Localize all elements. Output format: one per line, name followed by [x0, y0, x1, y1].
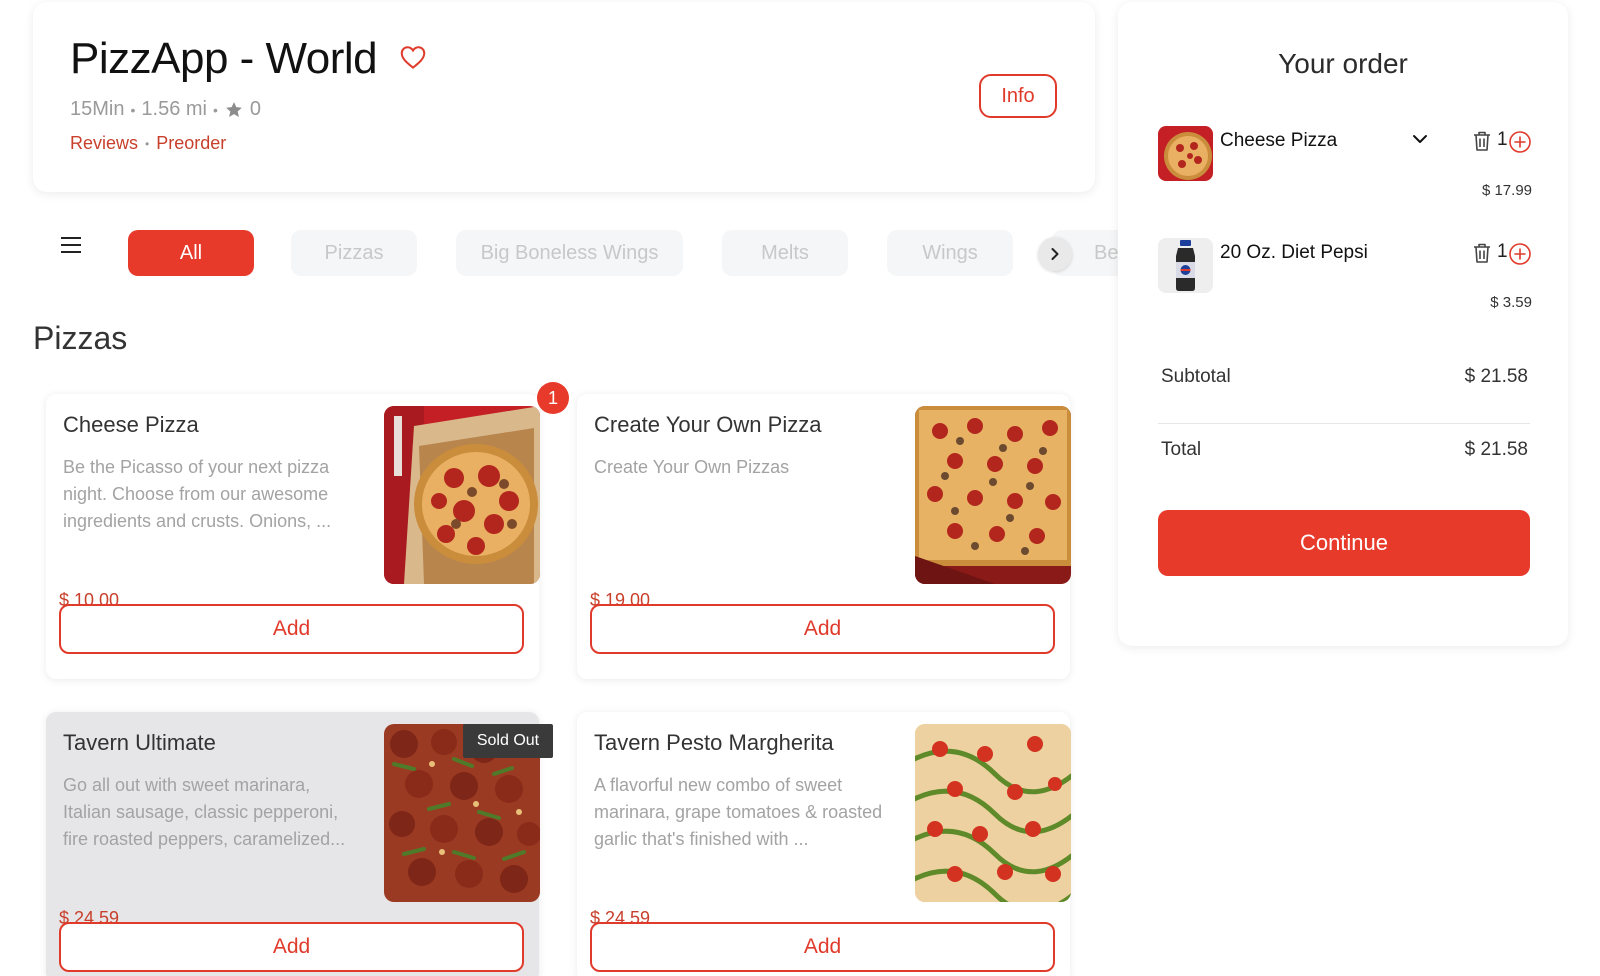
product-name: Tavern Pesto Margherita	[594, 730, 834, 755]
subtotal-row: Subtotal $ 21.58	[1161, 366, 1528, 388]
tab-pizzas[interactable]: Pizzas	[291, 230, 417, 276]
product-description: Go all out with sweet marinara, Italian …	[63, 775, 346, 849]
heart-icon[interactable]	[398, 42, 428, 72]
separator-dot: •	[212, 101, 218, 118]
subtotal-label: Subtotal	[1161, 366, 1231, 387]
product-description: A flavorful new combo of sweet marinara,…	[594, 775, 883, 849]
categories-next-button[interactable]	[1038, 237, 1072, 271]
subtotal-value: $ 21.58	[1464, 366, 1528, 387]
tab-big-boneless-wings[interactable]: Big Boneless Wings	[456, 230, 683, 276]
product-card[interactable]: Create Your Own Pizza Create Your Own Pi…	[577, 394, 1071, 679]
category-tabs: All Pizzas Big Boneless Wings Melts Wing…	[128, 230, 1118, 278]
add-button[interactable]: Add	[590, 604, 1055, 654]
order-item-name: Cheese Pizza	[1220, 130, 1338, 151]
menu-icon[interactable]	[61, 236, 81, 254]
add-button[interactable]: Add	[59, 922, 524, 972]
store-rating: 0	[249, 98, 262, 120]
total-row: Total $ 21.58	[1161, 439, 1528, 461]
product-name: Cheese Pizza	[63, 412, 199, 437]
info-button[interactable]: Info	[979, 74, 1057, 118]
separator-dot: •	[145, 136, 150, 151]
product-image	[915, 724, 1071, 902]
order-item-price: $ 3.59	[1490, 294, 1532, 311]
order-item-image	[1158, 126, 1213, 181]
store-header: PizzApp - World 15Min • 1.56 mi • 0 Revi…	[33, 2, 1095, 192]
trash-icon[interactable]	[1472, 242, 1492, 264]
continue-button[interactable]: Continue	[1158, 510, 1530, 576]
product-card[interactable]: Tavern Pesto Margherita A flavorful new …	[577, 712, 1071, 976]
star-icon	[226, 101, 242, 117]
store-meta: 15Min • 1.56 mi • 0	[70, 98, 261, 121]
order-item-image	[1158, 238, 1213, 293]
product-image	[384, 406, 540, 584]
add-button[interactable]: Add	[590, 922, 1055, 972]
total-label: Total	[1161, 439, 1202, 460]
store-links: Reviews • Preorder	[70, 133, 226, 154]
store-distance: 1.56 mi	[141, 98, 207, 120]
product-image	[915, 406, 1071, 584]
tab-wings[interactable]: Wings	[887, 230, 1013, 276]
summary-divider	[1158, 423, 1530, 424]
add-button[interactable]: Add	[59, 604, 524, 654]
tab-melts[interactable]: Melts	[722, 230, 848, 276]
preorder-link[interactable]: Preorder	[156, 133, 226, 154]
order-item: 20 Oz. Diet Pepsi 1 $ 3.59	[1158, 238, 1538, 338]
section-title: Pizzas	[33, 320, 128, 356]
cart-quantity-badge: 1	[537, 382, 569, 414]
product-card[interactable]: Cheese Pizza Be the Picasso of your next…	[46, 394, 540, 679]
reviews-link[interactable]: Reviews	[70, 133, 138, 154]
tab-all[interactable]: All	[128, 230, 254, 276]
order-item-name: 20 Oz. Diet Pepsi	[1220, 242, 1368, 263]
order-panel: Your order Cheese Pizza 1 $ 17.99 20 Oz.…	[1118, 2, 1568, 646]
order-item-quantity: 1	[1497, 129, 1508, 150]
product-description: Create Your Own Pizzas	[594, 457, 790, 477]
plus-circle-icon[interactable]	[1508, 242, 1532, 266]
order-item-price: $ 17.99	[1481, 182, 1532, 199]
delivery-time: 15Min	[70, 98, 125, 120]
order-title: Your order	[1278, 48, 1408, 79]
store-title: PizzApp - World	[70, 34, 378, 83]
trash-icon[interactable]	[1472, 130, 1492, 152]
order-item: Cheese Pizza 1 $ 17.99	[1158, 126, 1538, 226]
chevron-right-icon	[1051, 248, 1059, 260]
order-item-quantity: 1	[1497, 241, 1508, 262]
total-value: $ 21.58	[1464, 439, 1528, 460]
product-name: Tavern Ultimate	[63, 730, 216, 755]
product-name: Create Your Own Pizza	[594, 412, 822, 437]
chevron-down-icon[interactable]	[1411, 130, 1429, 148]
plus-circle-icon[interactable]	[1508, 130, 1532, 154]
separator-dot: •	[130, 101, 136, 118]
product-description: Be the Picasso of your next pizza night.…	[63, 457, 332, 531]
sold-out-tag: Sold Out	[463, 724, 553, 758]
